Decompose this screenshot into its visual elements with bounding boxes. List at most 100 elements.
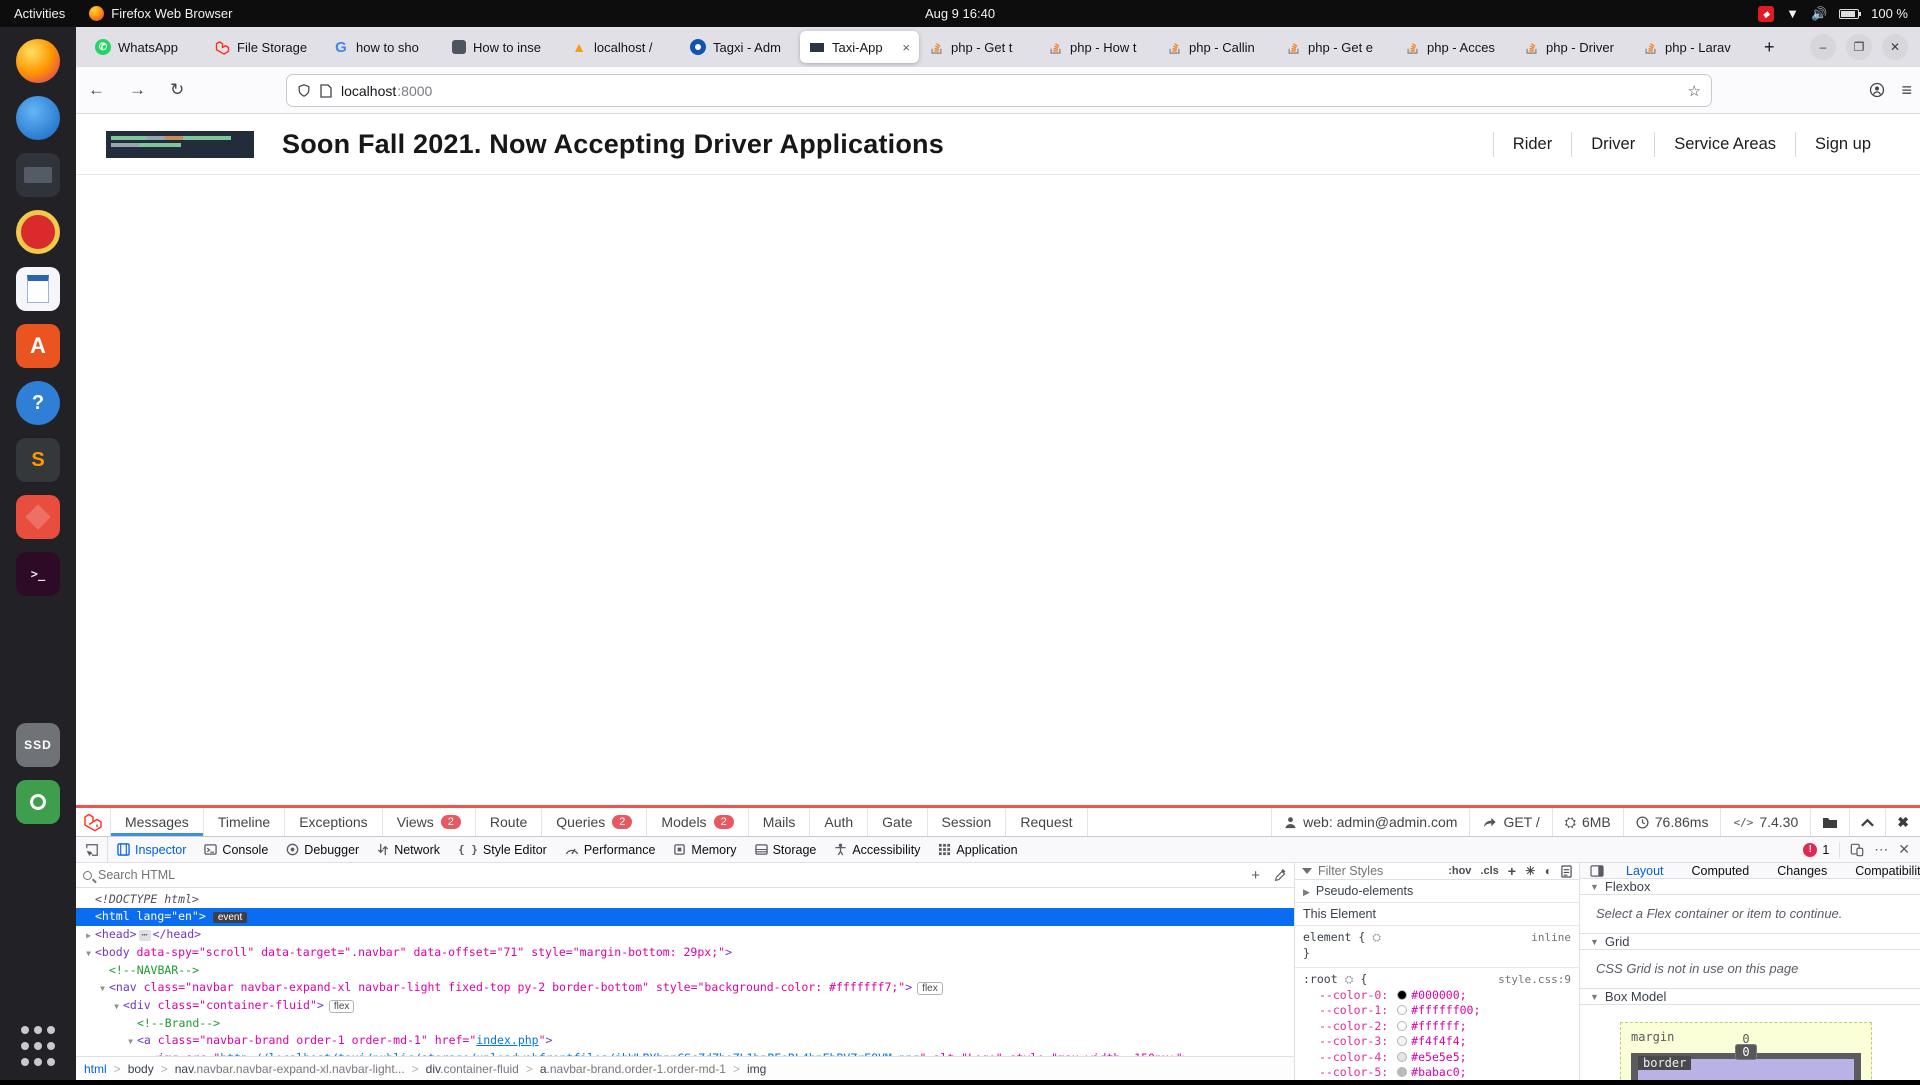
expander-icon[interactable]: ▼ <box>124 1033 137 1050</box>
pick-element-button[interactable] <box>76 837 108 862</box>
grid-section-header[interactable]: ▼Grid <box>1580 934 1920 950</box>
devtools-tab-accessibility[interactable]: Accessibility <box>825 837 929 862</box>
breadcrumb-item[interactable]: html <box>84 1062 107 1076</box>
breadcrumb-item[interactable]: div.container-fluid <box>426 1062 519 1076</box>
browser-tab[interactable]: How to inse <box>443 31 562 63</box>
tree-row[interactable]: ▼<div class="container-fluid">flex <box>76 997 1294 1015</box>
site-link-sign-up[interactable]: Sign up <box>1795 132 1890 157</box>
devtools-tab-debugger[interactable]: Debugger <box>277 837 368 862</box>
error-badge-icon[interactable]: ! <box>1803 843 1817 857</box>
devtools-tab-style-editor[interactable]: { }Style Editor <box>449 837 556 862</box>
tree-row[interactable]: <!DOCTYPE html> <box>76 891 1294 908</box>
dark-theme-icon[interactable]: ◐ <box>1545 864 1552 878</box>
activities-button[interactable]: Activities <box>0 6 79 21</box>
debugbar-tab-models[interactable]: Models2 <box>647 808 748 836</box>
sidebar-tab-compatibility[interactable]: Compatibility <box>1841 864 1920 878</box>
browser-tab[interactable]: Tagxi - Adm <box>681 31 800 63</box>
color-swatch-icon[interactable] <box>1397 1036 1407 1046</box>
debugbar-tab-route[interactable]: Route <box>476 808 542 836</box>
new-tab-button[interactable]: + <box>1752 37 1787 58</box>
css-variable-row[interactable]: --color-1: #ffffff00; <box>1303 1003 1571 1019</box>
devtools-menu-icon[interactable]: ⋯ <box>1874 841 1888 858</box>
minimize-button[interactable]: – <box>1810 34 1836 60</box>
gear-icon[interactable]: ⛭ <box>1372 931 1381 944</box>
browser-tab[interactable]: php - Callin <box>1157 31 1276 63</box>
toggle-class[interactable]: .cls <box>1480 865 1498 877</box>
expander-icon[interactable]: ▼ <box>96 980 109 997</box>
dock-item-terminal[interactable]: >_ <box>16 552 60 596</box>
dock-app-grid-icon[interactable] <box>16 1024 60 1068</box>
tree-row[interactable]: ▶<head>⋯</head> <box>76 926 1294 944</box>
close-button[interactable]: ✕ <box>1882 34 1908 60</box>
css-variable-row[interactable]: --color-0: #000000; <box>1303 988 1571 1004</box>
debugbar-tab-gate[interactable]: Gate <box>868 808 927 836</box>
devtools-tab-network[interactable]: Network <box>368 837 449 862</box>
browser-tab[interactable]: php - Larav <box>1633 31 1752 63</box>
tree-row[interactable]: ▼<body data-spy="scroll" data-target=".n… <box>76 944 1294 962</box>
shield-icon[interactable] <box>297 83 311 98</box>
box-model-section-header[interactable]: ▼Box Model <box>1580 989 1920 1005</box>
site-logo[interactable] <box>106 131 254 158</box>
devtools-tab-inspector[interactable]: Inspector <box>108 837 195 862</box>
site-link-rider[interactable]: Rider <box>1493 132 1571 157</box>
bookmark-star-icon[interactable]: ☆ <box>1688 82 1701 100</box>
css-variable-row[interactable]: --color-5: #babac0; <box>1303 1065 1571 1081</box>
browser-tab[interactable]: php - Acces <box>1395 31 1514 63</box>
border-top-value[interactable]: 0 <box>1735 1044 1756 1060</box>
tree-row[interactable]: ▼<nav class="navbar navbar-expand-xl nav… <box>76 979 1294 997</box>
forward-button[interactable]: → <box>117 80 158 100</box>
error-count[interactable]: 1 <box>1822 843 1829 857</box>
sidebar-tab-changes[interactable]: Changes <box>1763 864 1841 878</box>
breadcrumb-item[interactable]: a.navbar-brand.order-1.order-md-1 <box>540 1062 726 1076</box>
element-rule[interactable]: inline element { ⛭ } <box>1295 926 1579 965</box>
expander-icon[interactable]: ▼ <box>82 945 95 962</box>
system-tray[interactable]: ◆ ▼ 🔊 100 % <box>1758 6 1920 22</box>
flexbox-section-header[interactable]: ▼Flexbox <box>1580 879 1920 895</box>
css-variable-row[interactable]: --color-3: #f4f4f4; <box>1303 1034 1571 1050</box>
eyedropper-icon[interactable] <box>1274 869 1287 882</box>
system-clock[interactable]: Aug 9 16:40 <box>0 6 1920 21</box>
back-button[interactable]: ← <box>76 80 117 100</box>
responsive-mode-icon[interactable] <box>1850 843 1864 857</box>
sidebar-toggle-icon[interactable] <box>1584 865 1610 877</box>
css-variable-row[interactable]: --color-4: #e5e5e5; <box>1303 1050 1571 1066</box>
debugbar-tab-messages[interactable]: Messages <box>110 808 204 836</box>
expander-icon[interactable]: ▶ <box>82 927 95 944</box>
dock-item-files[interactable] <box>16 153 60 197</box>
debugbar-tab-views[interactable]: Views2 <box>383 808 476 836</box>
pseudo-elements-row[interactable]: ▶Pseudo-elements <box>1295 880 1579 903</box>
light-theme-icon[interactable]: ☀ <box>1525 864 1536 878</box>
color-swatch-icon[interactable] <box>1397 1067 1407 1077</box>
color-swatch-icon[interactable] <box>1397 1052 1407 1062</box>
debugbar-chevron-up-button[interactable] <box>1849 808 1885 836</box>
devtools-tab-application[interactable]: Application <box>929 837 1026 862</box>
breadcrumb-item[interactable]: nav.navbar.navbar-expand-xl.navbar-light… <box>175 1062 405 1076</box>
devtools-close-icon[interactable]: ✕ <box>1898 841 1910 858</box>
dock-item-firefox[interactable] <box>16 39 60 83</box>
tree-row[interactable]: <html lang="en">event <box>76 908 1294 926</box>
dock-item-gray1[interactable] <box>16 609 60 653</box>
account-icon[interactable] <box>1869 82 1885 98</box>
url-bar[interactable]: localhost:8000 ☆ <box>286 74 1712 107</box>
breadcrumb-item[interactable]: img <box>747 1062 766 1076</box>
browser-tab[interactable]: php - Get t <box>919 31 1038 63</box>
expander-icon[interactable]: ▼ <box>110 998 123 1015</box>
tree-row[interactable]: <!--Brand--> <box>76 1015 1294 1032</box>
browser-tab[interactable]: Taxi-App× <box>800 31 919 63</box>
debugbar-tab-mails[interactable]: Mails <box>749 808 811 836</box>
debugbar-tab-exceptions[interactable]: Exceptions <box>285 808 382 836</box>
tab-close-icon[interactable]: × <box>900 40 910 55</box>
restore-button[interactable]: ❐ <box>1846 34 1872 60</box>
css-variable-row[interactable]: --color-2: #ffffff; <box>1303 1019 1571 1035</box>
color-swatch-icon[interactable] <box>1397 990 1407 1000</box>
filter-styles-bar[interactable]: Filter Styles :hov .cls + ☀ ◐ <box>1295 863 1579 880</box>
debugbar-tab-timeline[interactable]: Timeline <box>204 808 285 836</box>
gear-icon[interactable]: ⛭ <box>1345 973 1354 986</box>
dock-item-green[interactable] <box>16 780 60 824</box>
breadcrumb-item[interactable]: body <box>128 1062 154 1076</box>
browser-tab[interactable]: Ghow to sho <box>324 31 443 63</box>
rule-location[interactable]: style.css:9 <box>1498 972 1571 988</box>
page-info-icon[interactable] <box>320 84 332 98</box>
dock-item-sublime[interactable]: S <box>16 438 60 482</box>
tree-row[interactable]: <!--NAVBAR--> <box>76 962 1294 979</box>
